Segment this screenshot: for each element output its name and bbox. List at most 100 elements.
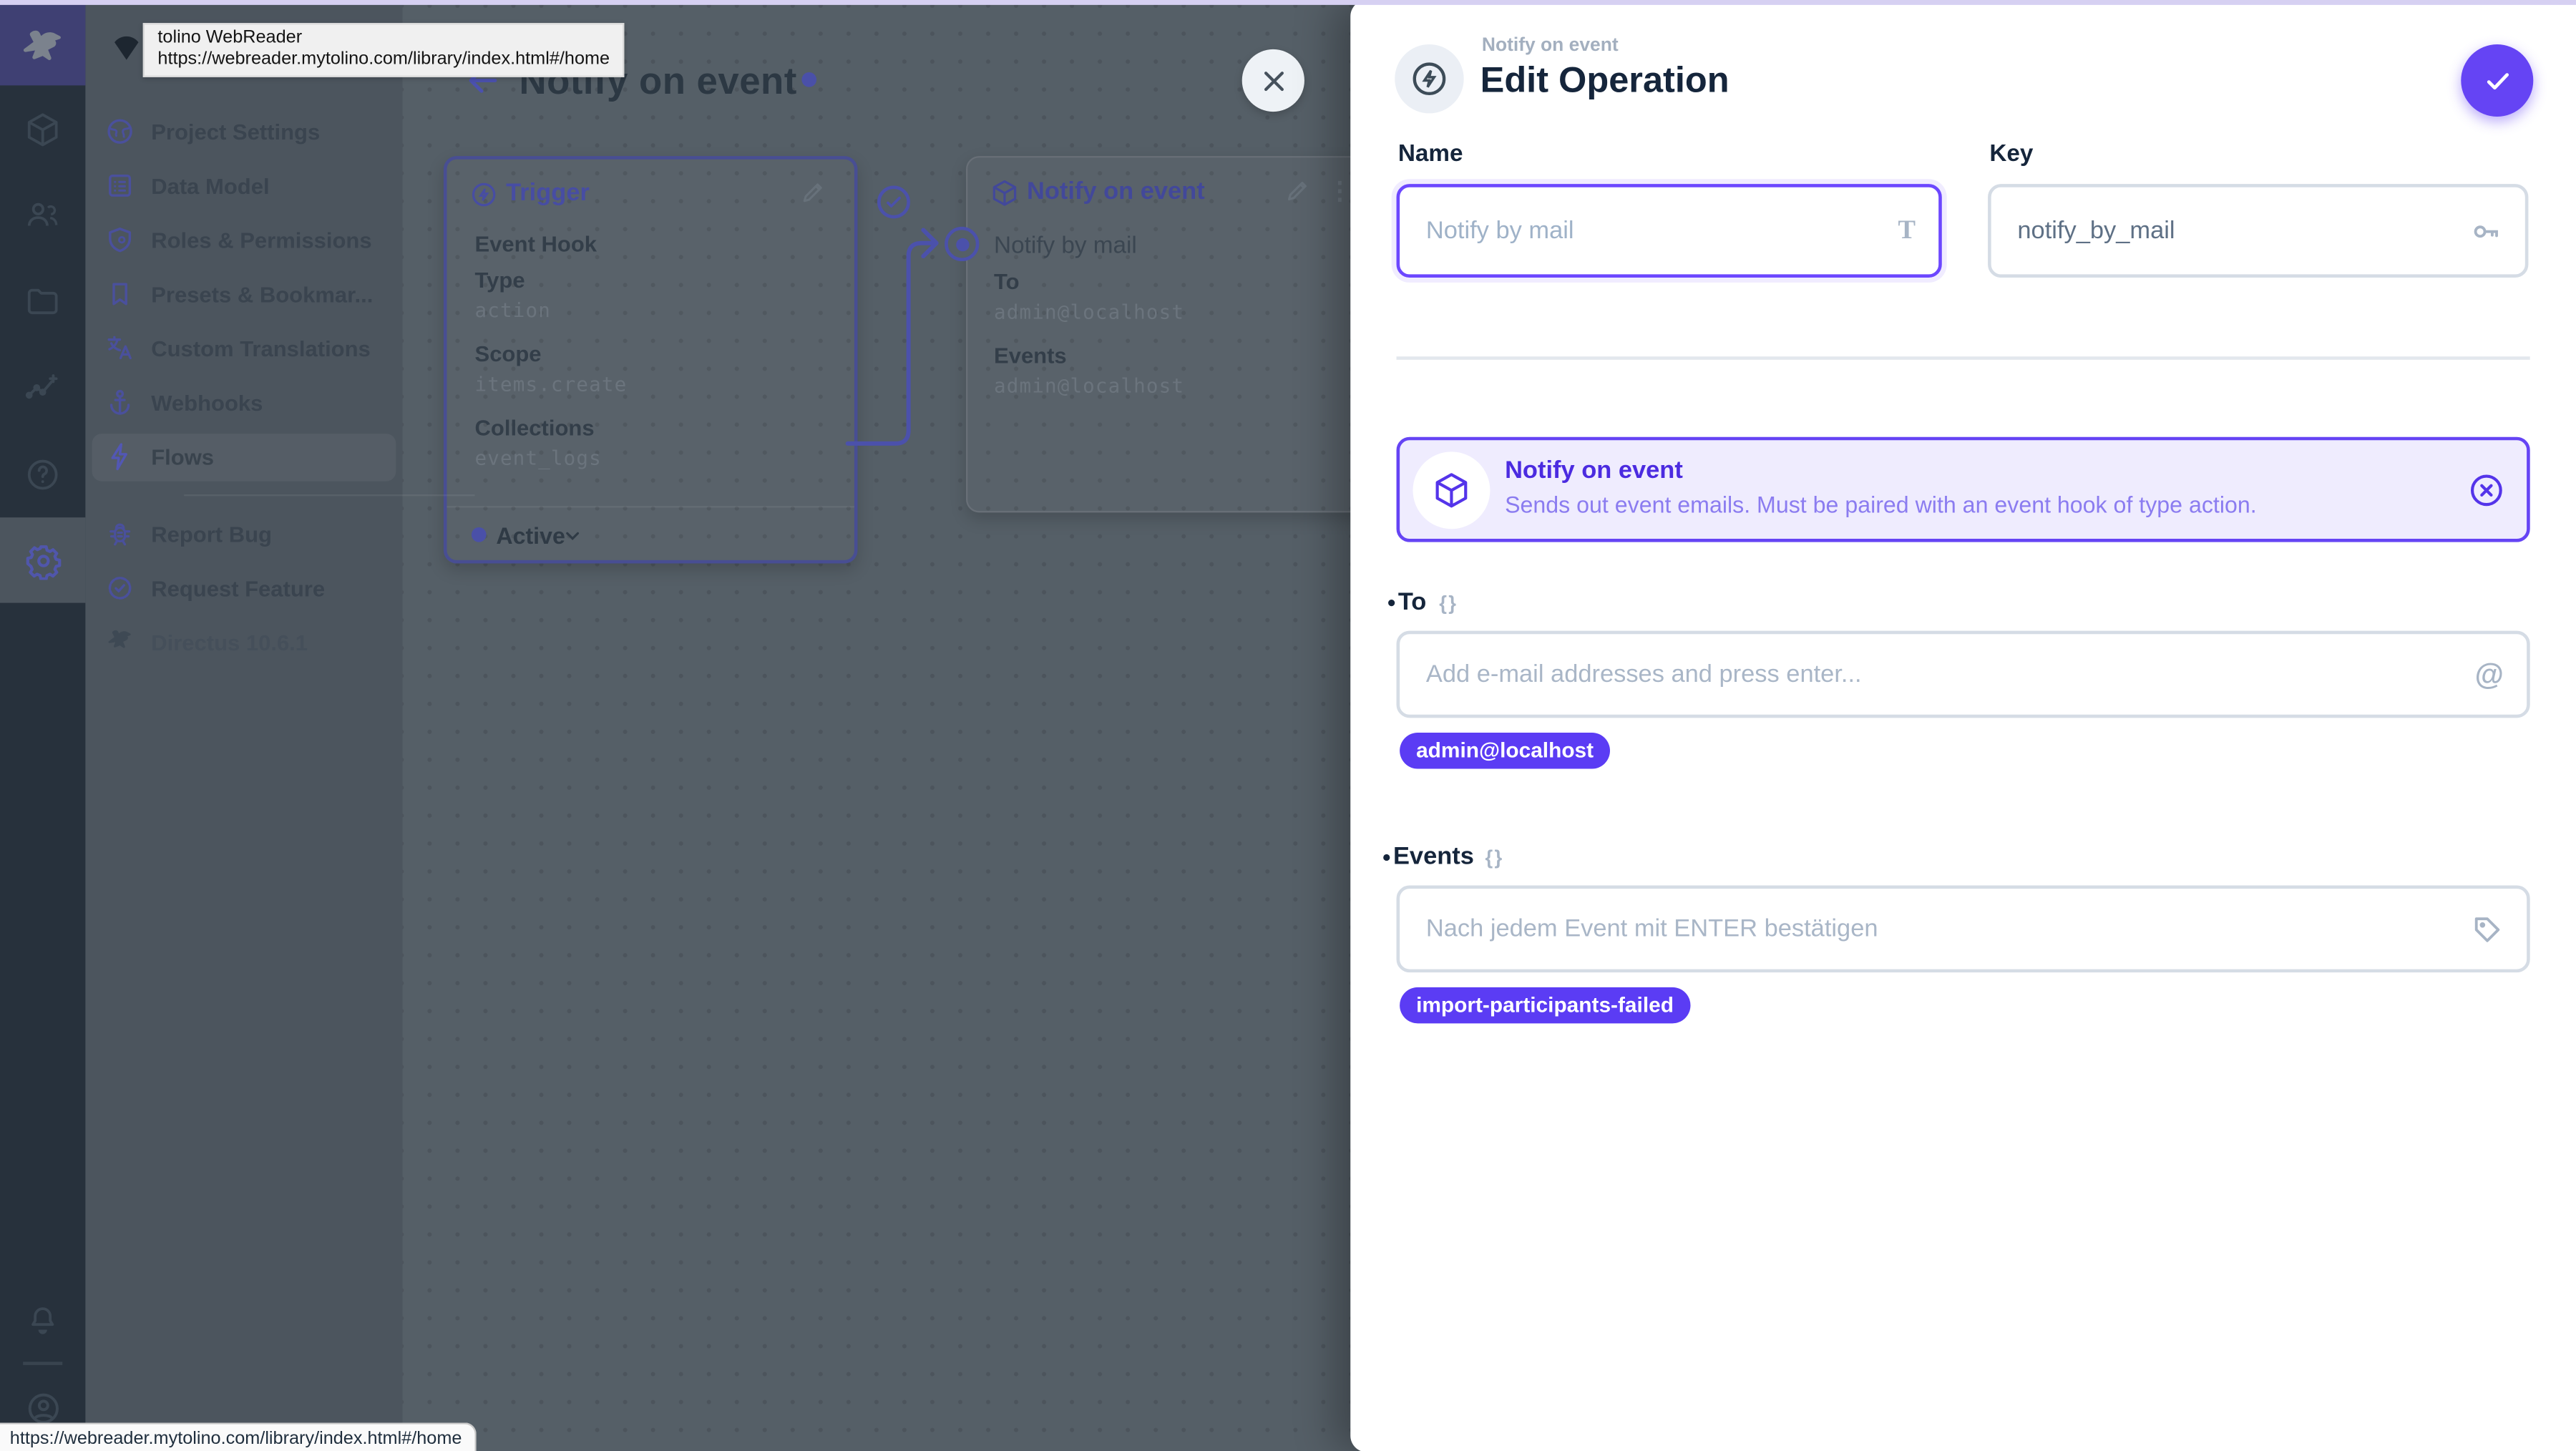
bolt-icon — [105, 442, 135, 472]
globe-icon — [105, 117, 135, 146]
folder-icon — [27, 288, 58, 315]
operation-field-label: To — [994, 269, 1020, 294]
users-icon — [27, 202, 58, 226]
sidebar-item-presets-bookmarks[interactable]: Presets & Bookmar... — [85, 270, 402, 319]
card-footer-divider — [447, 506, 854, 508]
name-label: Name — [1397, 141, 1463, 168]
kebab-menu-icon[interactable]: ⋮ — [1327, 179, 1352, 203]
app-viewport: Notify on event Trigger Event Hook Type … — [0, 0, 2576, 1451]
operation-input-node[interactable] — [945, 226, 980, 262]
edit-operation-drawer: Notify on event Edit Operation Name Key … — [1350, 0, 2576, 1451]
key-input-wrap — [1988, 184, 2529, 278]
raw-value-icon[interactable]: {} — [1439, 592, 1458, 615]
to-input-wrap: @ — [1396, 630, 2530, 718]
bug-icon — [105, 519, 135, 549]
trigger-status[interactable]: Active — [496, 522, 565, 549]
operation-card-title: Notify on event — [1026, 177, 1205, 205]
field-dot — [1388, 600, 1395, 607]
check-icon — [2486, 72, 2508, 89]
operation-type-icon — [1395, 44, 1464, 114]
sidebar-item-data-model[interactable]: Data Model — [85, 161, 402, 210]
operation-field-value: admin@localhost — [994, 374, 1185, 398]
bolt-circle-icon — [470, 181, 498, 209]
directus-version: Directus 10.6.1 — [85, 617, 402, 667]
notifications-button[interactable] — [0, 1278, 85, 1363]
anchor-icon — [105, 388, 135, 417]
sidebar-item-flows[interactable]: Flows — [85, 432, 402, 482]
page-title: Edit Operation — [1480, 59, 1729, 101]
sidebar-item-roles-permissions[interactable]: Roles & Permissions — [85, 215, 402, 265]
raw-value-icon[interactable]: {} — [1485, 846, 1504, 869]
help-module-button[interactable] — [0, 432, 85, 517]
directus-rabbit-icon — [23, 29, 61, 59]
user-avatar-icon — [27, 1392, 58, 1423]
screen: Notify on event Trigger Event Hook Type … — [0, 0, 2576, 1451]
sidebar-item-label: Presets & Bookmar... — [151, 281, 374, 307]
operation-field-label: Events — [994, 343, 1067, 368]
flow-status-dot — [801, 72, 817, 87]
cube-module-button[interactable] — [0, 87, 85, 172]
sidebar-item-label: Project Settings — [151, 119, 321, 144]
link-tooltip: tolino WebReader https://webreader.mytol… — [142, 23, 625, 77]
bolt-circle-icon — [1413, 62, 1446, 96]
key-icon — [2469, 215, 2502, 248]
section-divider — [1396, 356, 2530, 360]
close-icon — [1263, 71, 1283, 90]
help-icon — [27, 459, 58, 490]
settings-module-button[interactable] — [0, 517, 85, 602]
to-chip[interactable]: admin@localhost — [1400, 732, 1611, 769]
trigger-field-label: Scope — [474, 341, 542, 366]
trigger-card[interactable]: Trigger Event Hook Type action Scope ite… — [443, 156, 910, 564]
project-logo[interactable] — [0, 3, 86, 86]
operation-type-panel[interactable]: Notify on event Sends out event emails. … — [1396, 436, 2530, 542]
active-status-dot — [471, 527, 487, 542]
trigger-field-value: event_logs — [474, 446, 602, 470]
close-drawer-button[interactable] — [1241, 49, 1304, 112]
field-dot — [1383, 854, 1390, 861]
operation-panel-icon-wrap — [1413, 451, 1491, 529]
status-url: https://webreader.mytolino.com/library/i… — [9, 1428, 462, 1449]
chevron-down-icon[interactable] — [564, 527, 582, 545]
key-input[interactable] — [1991, 187, 2525, 275]
cube-icon — [990, 179, 1018, 207]
to-input[interactable] — [1400, 634, 2527, 715]
title-icon: T — [1898, 215, 1916, 244]
sidebar-item-request-feature[interactable]: Request Feature — [85, 564, 402, 613]
edit-operation-icon[interactable] — [1284, 177, 1311, 204]
sidebar-item-label: Webhooks — [151, 390, 263, 415]
events-chip[interactable]: import-participants-failed — [1400, 987, 1690, 1024]
badge-check-icon — [105, 573, 135, 602]
save-button[interactable] — [2461, 44, 2534, 117]
users-module-button[interactable] — [0, 172, 85, 258]
tooltip-url: https://webreader.mytolino.com/library/i… — [157, 49, 610, 69]
module-bar — [0, 0, 86, 1451]
key-label: Key — [1989, 141, 2034, 168]
at-icon: @ — [2474, 657, 2504, 690]
insights-module-button[interactable] — [0, 345, 85, 430]
operation-field-value: admin@localhost — [994, 301, 1185, 324]
events-input[interactable] — [1400, 889, 2527, 969]
tolino-logo-icon — [110, 31, 143, 63]
notifications-bell-icon — [31, 1307, 54, 1334]
trigger-field-value: action — [474, 298, 551, 323]
sidebar-item-label: Roles & Permissions — [151, 227, 372, 253]
trigger-card-title: Trigger — [506, 179, 590, 207]
cube-icon — [27, 113, 58, 147]
deselect-operation-icon[interactable] — [2467, 472, 2505, 509]
window-top-strip — [0, 0, 2576, 4]
name-input[interactable] — [1400, 187, 1939, 275]
sidebar-item-project-settings[interactable]: Project Settings — [85, 107, 402, 156]
breadcrumb: Notify on event — [1481, 36, 1619, 57]
events-label: Events — [1392, 842, 1474, 871]
operation-panel-title: Notify on event — [1505, 456, 1683, 485]
trigger-field-label: Type — [474, 268, 525, 293]
browser-status-bar: https://webreader.mytolino.com/library/i… — [0, 1422, 477, 1451]
trigger-field-label: Collections — [474, 415, 595, 441]
name-input-wrap: T — [1396, 184, 1942, 278]
files-module-button[interactable] — [0, 260, 85, 345]
sidebar-item-report-bug[interactable]: Report Bug — [85, 509, 402, 559]
operation-card[interactable]: Notify on event ⋮ Notify by mail To admi… — [966, 156, 1377, 513]
sidebar-item-webhooks[interactable]: Webhooks — [85, 378, 402, 427]
trigger-subtitle: Event Hook — [474, 231, 597, 257]
sidebar-item-custom-translations[interactable]: Custom Translations — [85, 323, 402, 373]
